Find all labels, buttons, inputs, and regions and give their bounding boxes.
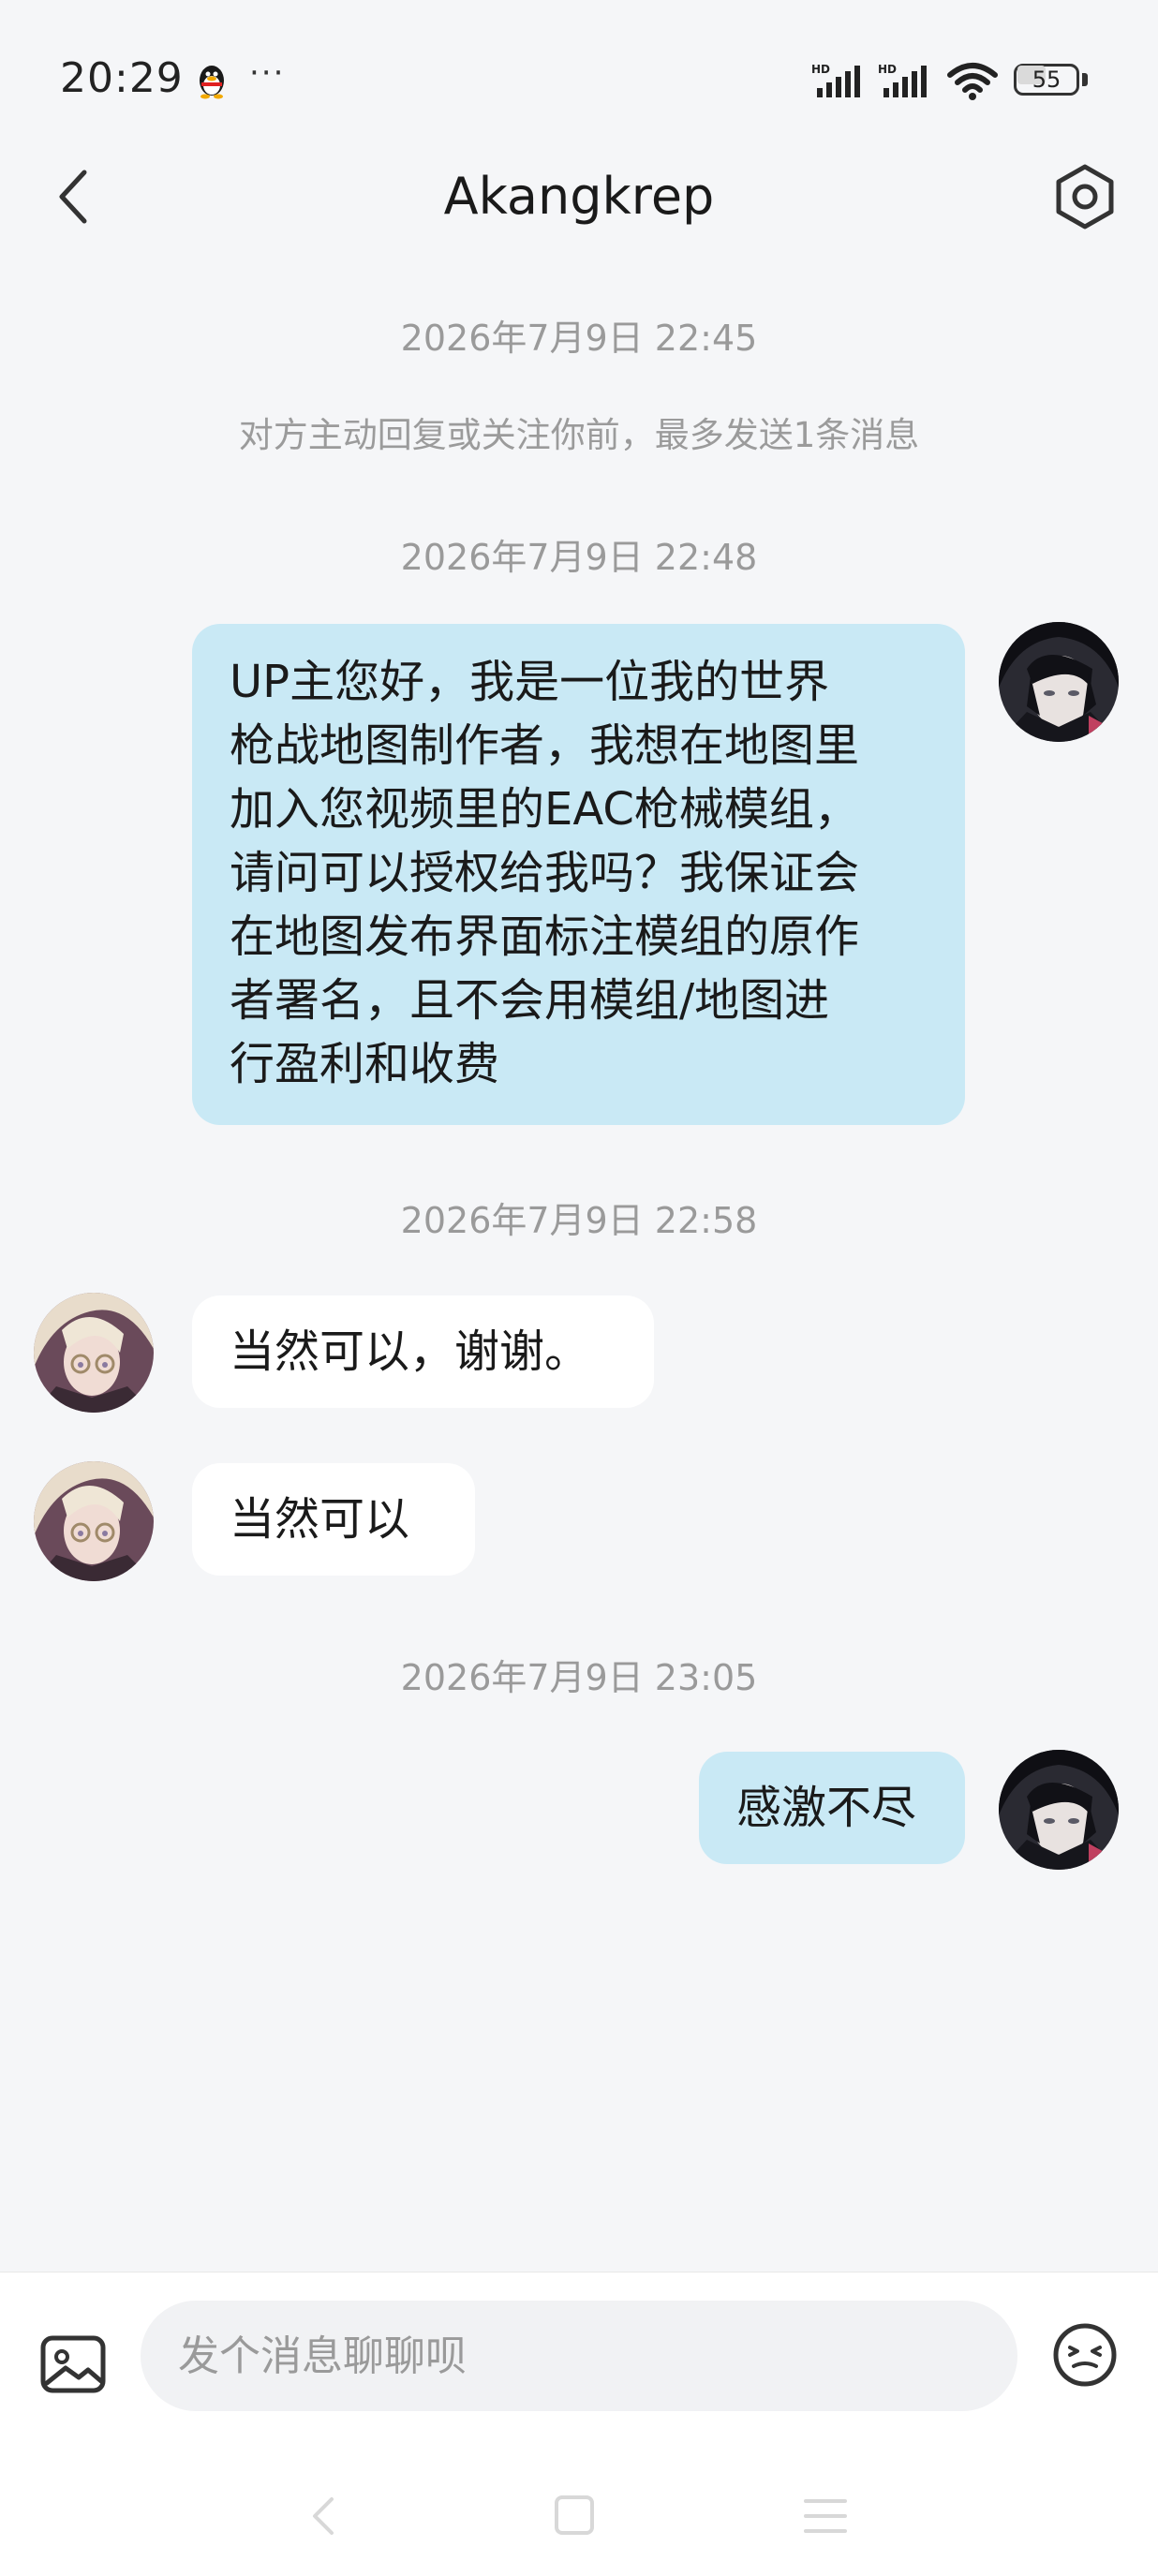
qq-penguin-icon — [195, 62, 229, 99]
settings-button[interactable] — [1047, 159, 1122, 234]
svg-text:HD: HD — [878, 63, 897, 76]
battery-tip — [1082, 73, 1088, 86]
hd-signal-icon: HD — [811, 62, 868, 99]
image-icon — [40, 2335, 106, 2393]
system-nav-bar — [0, 2469, 1158, 2563]
nav-menu-icon — [804, 2499, 847, 2533]
nav-back-button[interactable] — [300, 2488, 347, 2544]
avatar[interactable] — [999, 622, 1119, 742]
status-bar: 20:29 ··· HD HD 55 — [0, 0, 1158, 141]
incoming-message[interactable]: 当然可以 — [192, 1463, 475, 1576]
input-bar — [0, 2272, 1158, 2576]
chat-header: Akangkrep — [0, 141, 1158, 253]
nav-home-icon — [555, 2495, 594, 2535]
nav-back-icon — [313, 2497, 334, 2535]
emoji-button[interactable] — [1049, 2319, 1121, 2391]
outgoing-message[interactable]: 感激不尽 — [699, 1752, 965, 1864]
avatar[interactable] — [999, 1750, 1119, 1870]
chevron-left-icon — [59, 170, 87, 224]
svg-text:HD: HD — [811, 63, 830, 76]
more-dots-icon: ··· — [249, 54, 286, 92]
system-notice: 对方主动回复或关注你前，最多发送1条消息 — [238, 415, 920, 455]
avatar[interactable] — [34, 1461, 154, 1581]
emoji-icon — [1053, 2323, 1117, 2387]
back-button[interactable] — [47, 159, 103, 234]
hd-signal-icon: HD — [878, 62, 934, 99]
nav-home-button[interactable] — [551, 2488, 598, 2544]
timestamp: 2026年7月9日 23:05 — [400, 1657, 758, 1698]
page-title: Akangkrep — [443, 167, 715, 226]
battery-icon: 55 — [1014, 62, 1091, 99]
outgoing-message[interactable]: UP主您好，我是一位我的世界 枪战地图制作者，我想在地图里 加入您视频里的EAC… — [192, 624, 965, 1125]
status-time: 20:29 — [60, 54, 184, 102]
timestamp: 2026年7月9日 22:45 — [400, 318, 758, 359]
avatar[interactable] — [34, 1293, 154, 1413]
timestamp: 2026年7月9日 22:58 — [400, 1200, 758, 1241]
wifi-icon — [946, 62, 999, 101]
timestamp: 2026年7月9日 22:48 — [400, 537, 758, 578]
hexagon-settings-icon — [1056, 164, 1114, 229]
message-input[interactable] — [141, 2301, 1017, 2411]
incoming-message[interactable]: 当然可以，谢谢。 — [192, 1295, 654, 1408]
nav-menu-button[interactable] — [802, 2488, 849, 2544]
image-button[interactable] — [37, 2329, 109, 2400]
battery-level: 55 — [1032, 67, 1062, 93]
chat-screen: 20:29 ··· HD HD 55 Akangkrep 2026年7月9日 2… — [0, 0, 1158, 2576]
